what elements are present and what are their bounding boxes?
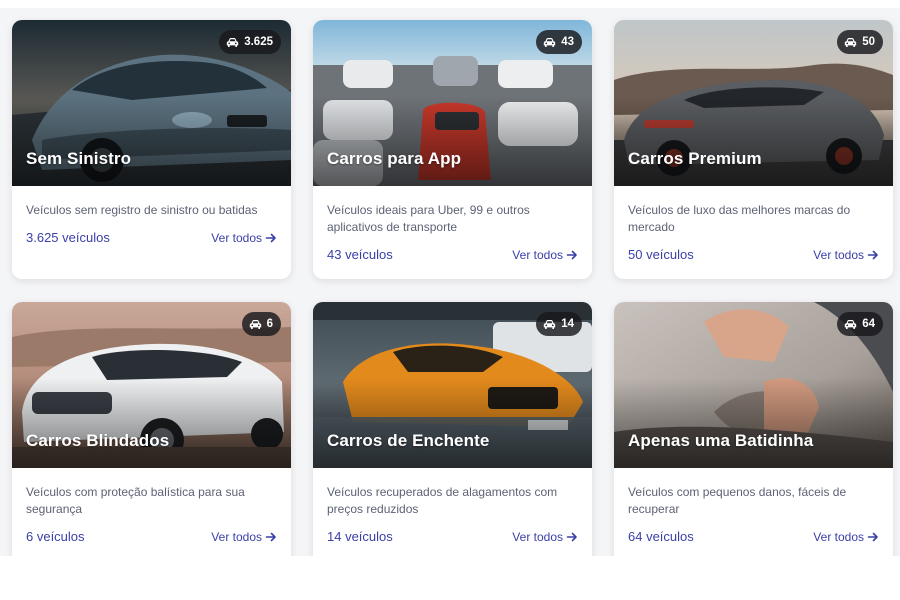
badge-count: 6 <box>266 318 273 330</box>
category-card-carros-de-enchente[interactable]: 14 Carros de Enchente Veículos recuperad… <box>313 302 592 572</box>
card-title: Sem Sinistro <box>26 149 132 168</box>
ver-todos-link[interactable]: Ver todos <box>813 248 879 262</box>
card-body: Veículos ideais para Uber, 99 e outros a… <box>313 186 592 279</box>
link-label: Ver todos <box>512 247 563 262</box>
link-label: Ver todos <box>211 529 262 544</box>
vehicle-count: 6 veículos <box>26 529 85 544</box>
card-description: Veículos com pequenos danos, fáceis de r… <box>628 485 847 516</box>
ver-todos-link[interactable]: Ver todos <box>512 530 578 544</box>
vehicle-count: 64 veículos <box>628 529 694 544</box>
card-body: Veículos sem registro de sinistro ou bat… <box>12 186 291 279</box>
card-footer: 50 veículos Ver todos <box>628 247 879 262</box>
category-card-carros-para-app[interactable]: 43 Carros para App Veículos ideais para … <box>313 20 592 279</box>
count-badge: 43 <box>536 30 582 54</box>
image-shade <box>313 96 592 186</box>
card-image: 43 Carros para App <box>313 20 592 186</box>
car-icon <box>845 37 857 47</box>
card-footer: 43 veículos Ver todos <box>327 247 578 262</box>
link-label: Ver todos <box>813 247 864 262</box>
link-label: Ver todos <box>813 529 864 544</box>
link-label: Ver todos <box>512 529 563 544</box>
car-icon <box>227 37 239 47</box>
category-card-carros-premium[interactable]: 50 Carros Premium Veículos de luxo das m… <box>614 20 893 279</box>
ver-todos-link[interactable]: Ver todos <box>512 248 578 262</box>
vehicle-count: 50 veículos <box>628 247 694 262</box>
page-bottom-strip <box>0 556 900 600</box>
image-shade <box>313 378 592 468</box>
vehicle-count: 3.625 veículos <box>26 230 110 245</box>
card-title: Carros Premium <box>628 149 762 168</box>
card-title: Carros de Enchente <box>327 431 490 450</box>
image-shade <box>614 378 893 468</box>
count-badge: 50 <box>837 30 883 54</box>
count-badge: 3.625 <box>219 30 281 54</box>
car-icon <box>845 319 857 329</box>
ver-todos-link[interactable]: Ver todos <box>813 530 879 544</box>
card-footer: 6 veículos Ver todos <box>26 529 277 544</box>
arrow-right-icon <box>867 250 878 259</box>
image-shade <box>614 96 893 186</box>
image-shade <box>12 96 291 186</box>
card-image: 6 Carros Blindados <box>12 302 291 468</box>
card-image: 3.625 Sem Sinistro <box>12 20 291 186</box>
card-image: 50 Carros Premium <box>614 20 893 186</box>
count-badge: 14 <box>536 312 582 336</box>
car-icon <box>544 319 556 329</box>
badge-count: 64 <box>862 318 875 330</box>
vehicle-count: 14 veículos <box>327 529 393 544</box>
badge-count: 50 <box>862 36 875 48</box>
category-card-sem-sinistro[interactable]: 3.625 Sem Sinistro Veículos sem registro… <box>12 20 291 279</box>
image-shade <box>12 378 291 468</box>
card-description: Veículos recuperados de alagamentos com … <box>327 485 558 516</box>
arrow-right-icon <box>566 532 577 541</box>
category-card-apenas-uma-batidinha[interactable]: 64 Apenas uma Batidinha Veículos com peq… <box>614 302 893 572</box>
badge-count: 14 <box>561 318 574 330</box>
badge-count: 3.625 <box>244 36 273 48</box>
card-title: Carros para App <box>327 149 462 168</box>
badge-count: 43 <box>561 36 574 48</box>
category-grid: 3.625 Sem Sinistro Veículos sem registro… <box>0 0 900 600</box>
ver-todos-link[interactable]: Ver todos <box>211 231 277 245</box>
link-label: Ver todos <box>211 230 262 245</box>
arrow-right-icon <box>867 532 878 541</box>
card-description: Veículos com proteção balística para sua… <box>26 485 245 516</box>
arrow-right-icon <box>566 250 577 259</box>
car-icon <box>249 319 261 329</box>
card-description: Veículos de luxo das melhores marcas do … <box>628 203 851 234</box>
vehicle-count: 43 veículos <box>327 247 393 262</box>
card-image: 14 Carros de Enchente <box>313 302 592 468</box>
card-footer: 14 veículos Ver todos <box>327 529 578 544</box>
car-icon <box>544 37 556 47</box>
category-card-carros-blindados[interactable]: 6 Carros Blindados Veículos com proteção… <box>12 302 291 572</box>
card-description: Veículos ideais para Uber, 99 e outros a… <box>327 203 530 234</box>
ver-todos-link[interactable]: Ver todos <box>211 530 277 544</box>
card-title: Carros Blindados <box>26 431 170 450</box>
card-footer: 64 veículos Ver todos <box>628 529 879 544</box>
card-body: Veículos de luxo das melhores marcas do … <box>614 186 893 279</box>
card-title: Apenas uma Batidinha <box>628 431 814 450</box>
count-badge: 64 <box>837 312 883 336</box>
arrow-right-icon <box>265 532 276 541</box>
count-badge: 6 <box>241 312 281 336</box>
card-footer: 3.625 veículos Ver todos <box>26 230 277 245</box>
arrow-right-icon <box>265 233 276 242</box>
card-image: 64 Apenas uma Batidinha <box>614 302 893 468</box>
